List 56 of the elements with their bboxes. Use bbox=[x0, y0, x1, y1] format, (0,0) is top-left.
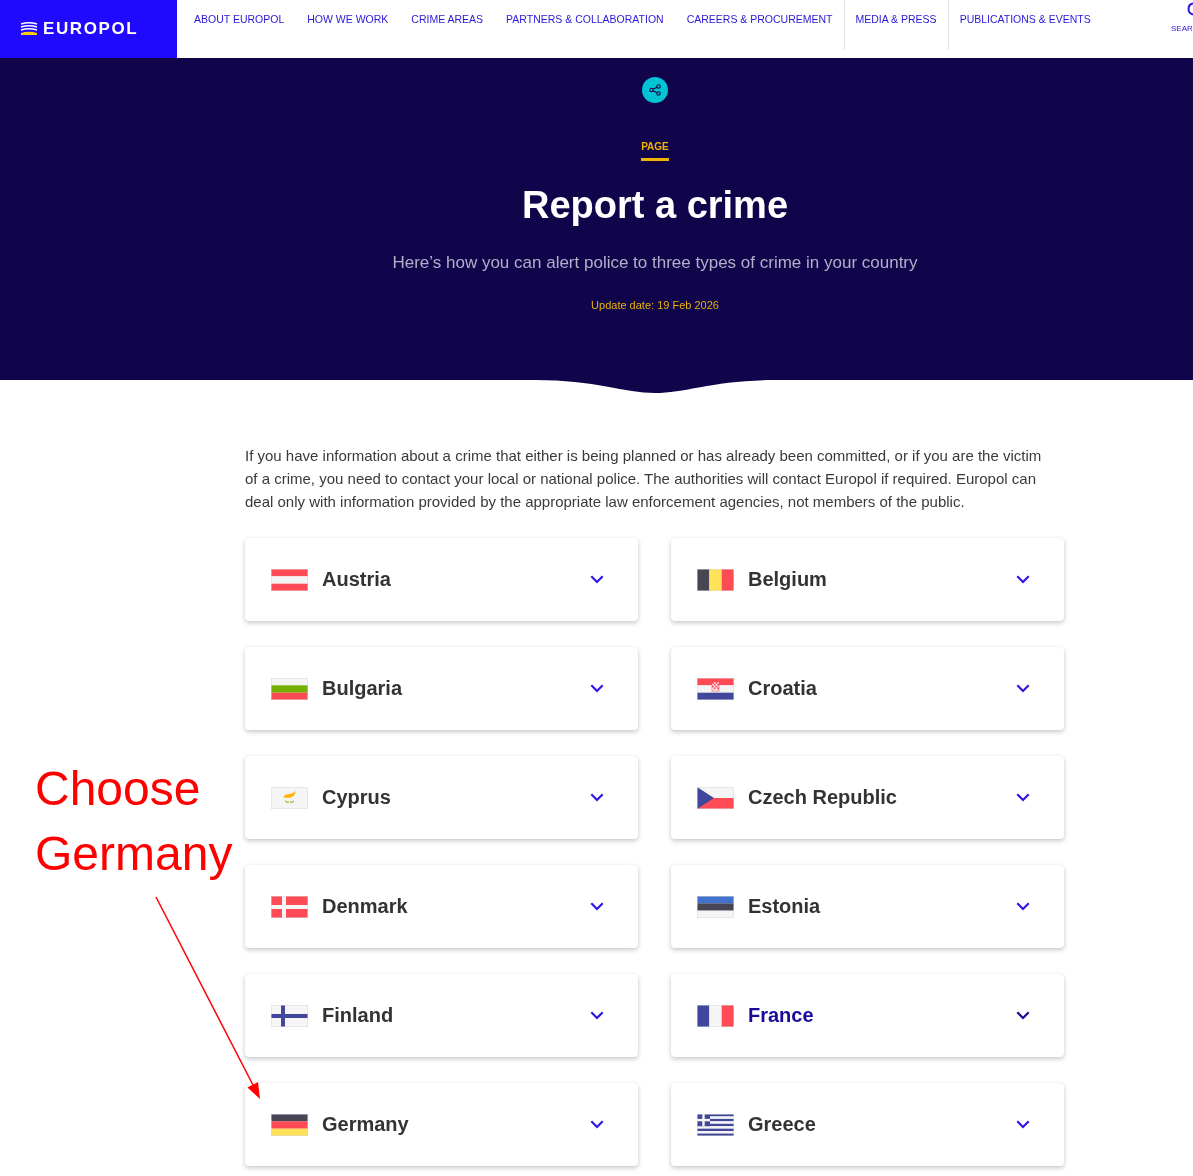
chevron-down-icon bbox=[590, 684, 604, 693]
country-accordion[interactable]: Croatia bbox=[671, 647, 1064, 730]
flag-icon bbox=[697, 1113, 734, 1136]
nav-link[interactable]: MEDIA & PRESS bbox=[843, 0, 948, 50]
logo-wordmark: EUROPOL bbox=[43, 19, 139, 39]
page-type-label: PAGE bbox=[641, 141, 669, 161]
country-accordion[interactable]: Austria bbox=[245, 538, 638, 621]
chevron-down-icon bbox=[1016, 684, 1030, 693]
flag-icon bbox=[271, 568, 308, 591]
flag-icon bbox=[271, 677, 308, 700]
flag-icon bbox=[271, 786, 308, 809]
flag-icon bbox=[697, 677, 734, 700]
chevron-down-icon bbox=[590, 1120, 604, 1129]
chevron-down-icon bbox=[590, 793, 604, 802]
country-accordion[interactable]: Finland bbox=[245, 974, 638, 1057]
chevron-down-icon bbox=[1016, 902, 1030, 911]
flag-icon bbox=[697, 786, 734, 809]
flag-icon bbox=[697, 1004, 734, 1027]
nav-link[interactable]: PUBLICATIONS & EVENTS bbox=[947, 0, 1102, 50]
intro-paragraph: If you have information about a crime that either is being planned or has already been committed, or if you are the victim of a crime, you need to contact your local or national police. The authorities will contact Europol if required. Europol can deal only with information provided by the appropriate law enforcement agencies, not members of the public. bbox=[245, 446, 1043, 512]
chevron-down-icon bbox=[1016, 575, 1030, 584]
chevron-down-icon bbox=[590, 575, 604, 584]
country-accordion[interactable]: France bbox=[671, 974, 1064, 1057]
chevron-down-icon bbox=[590, 902, 604, 911]
country-accordion[interactable]: Belgium bbox=[671, 538, 1064, 621]
search-label: SEAR bbox=[1171, 24, 1193, 34]
chevron-down-icon bbox=[1016, 793, 1030, 802]
nav-link[interactable]: ABOUT EUROPOL bbox=[182, 0, 296, 50]
share-button[interactable] bbox=[642, 77, 668, 103]
country-accordion[interactable]: Estonia bbox=[671, 865, 1064, 948]
update-date: Update date: 19 Feb 2026 bbox=[591, 298, 719, 312]
chevron-down-icon bbox=[1016, 1120, 1030, 1129]
page-title: Report a crime bbox=[521, 183, 789, 227]
logo-link[interactable]: EUROPOL bbox=[0, 0, 177, 58]
flag-icon bbox=[271, 1004, 308, 1027]
search-button[interactable]: SEAR bbox=[1171, 0, 1193, 38]
flag-icon bbox=[271, 1113, 308, 1136]
logo-mark-icon bbox=[20, 22, 38, 36]
flag-icon bbox=[271, 895, 308, 918]
country-accordion[interactable]: Cyprus bbox=[245, 756, 638, 839]
page-subtitle: Here’s how you can alert police to three types of crime in your country bbox=[392, 253, 918, 273]
nav-link[interactable]: HOW WE WORK bbox=[295, 0, 400, 50]
country-accordion[interactable]: Greece bbox=[671, 1083, 1064, 1166]
country-accordion[interactable]: Denmark bbox=[245, 865, 638, 948]
flag-icon bbox=[697, 895, 734, 918]
nav-link[interactable]: CRIME AREAS bbox=[399, 0, 495, 50]
nav-link[interactable]: PARTNERS & COLLABORATION bbox=[494, 0, 675, 50]
share-icon bbox=[649, 84, 661, 96]
chevron-down-icon bbox=[590, 1011, 604, 1020]
annotation-text: Choose Germany bbox=[35, 761, 234, 882]
country-accordion[interactable]: Bulgaria bbox=[245, 647, 638, 730]
country-accordion[interactable]: Germany bbox=[245, 1083, 638, 1166]
country-accordion[interactable]: Czech Republic bbox=[671, 756, 1064, 839]
nav-link[interactable]: CAREERS & PROCUREMENT bbox=[674, 0, 844, 50]
flag-icon bbox=[697, 568, 734, 591]
chevron-down-icon bbox=[1016, 1011, 1030, 1020]
